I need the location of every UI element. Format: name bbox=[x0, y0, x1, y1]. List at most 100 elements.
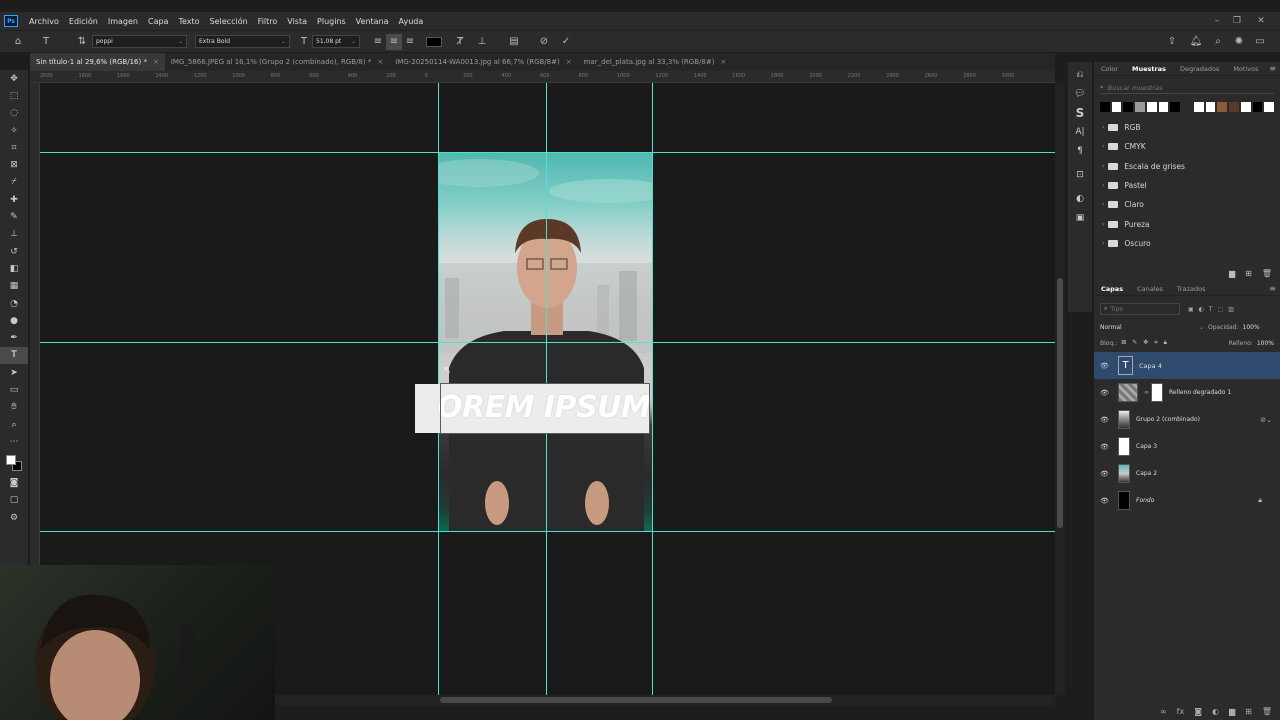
tab-motivos[interactable]: Motivos bbox=[1226, 62, 1265, 76]
layer-row[interactable]: 👁︎ Capa 3 bbox=[1094, 433, 1280, 460]
color-swatch[interactable] bbox=[1146, 102, 1157, 112]
color-swatch[interactable] bbox=[1193, 102, 1204, 112]
color-swatch[interactable] bbox=[1182, 102, 1192, 112]
color-swatch[interactable] bbox=[1217, 102, 1228, 112]
guide-horizontal[interactable] bbox=[40, 342, 1055, 343]
layer-name[interactable]: Capa 3 bbox=[1136, 443, 1157, 450]
panel-menu-icon[interactable]: ≡ bbox=[1269, 64, 1276, 73]
minimize-icon[interactable]: – bbox=[1207, 12, 1227, 30]
character-icon[interactable]: A| bbox=[1068, 123, 1092, 141]
smart-filter-icon[interactable]: ⊘⌄ bbox=[1260, 416, 1272, 424]
close-icon[interactable]: × bbox=[153, 58, 159, 66]
layer-search-input[interactable]: ⌕ Tipo bbox=[1100, 303, 1180, 315]
folder-oscuro[interactable]: › Oscuro bbox=[1094, 234, 1280, 253]
delete-icon[interactable]: 🗑︎ bbox=[1262, 707, 1272, 716]
tab-trazados[interactable]: Trazados bbox=[1170, 282, 1213, 296]
properties-icon[interactable]: ▣ bbox=[1068, 209, 1092, 227]
paragraph-icon[interactable]: ¶ bbox=[1068, 142, 1092, 160]
restore-icon[interactable]: ❐ bbox=[1227, 12, 1247, 30]
guide-vertical[interactable] bbox=[652, 83, 653, 695]
new-swatch-icon[interactable]: ⊞ bbox=[1245, 269, 1252, 278]
quick-mask-icon[interactable]: ◙ bbox=[0, 475, 28, 492]
rectangle-tool-icon[interactable]: ▭ bbox=[0, 381, 28, 398]
folder-rgb[interactable]: › RGB bbox=[1094, 118, 1280, 137]
add-mask-icon[interactable]: ◙ bbox=[1194, 707, 1202, 716]
folder-pureza[interactable]: › Pureza bbox=[1094, 214, 1280, 233]
visibility-eye-icon[interactable]: 👁︎ bbox=[1100, 443, 1110, 451]
blend-mode-select[interactable]: Normal ⌄ bbox=[1100, 321, 1204, 333]
history-icon[interactable]: ⎌ bbox=[1068, 66, 1092, 84]
healing-brush-tool-icon[interactable]: ✚ bbox=[0, 191, 28, 208]
visibility-eye-icon[interactable]: 👁︎ bbox=[1100, 389, 1110, 397]
screen-mode-icon[interactable]: ▢ bbox=[0, 492, 28, 509]
visibility-eye-icon[interactable]: 👁︎ bbox=[1100, 416, 1110, 424]
crop-tool-icon[interactable]: ⌗ bbox=[0, 139, 28, 156]
character-panel-icon[interactable]: ⊥ bbox=[474, 34, 490, 50]
layer-name[interactable]: Capa 2 bbox=[1136, 470, 1157, 477]
substance-icon[interactable]: S bbox=[1068, 104, 1092, 122]
menu-vista[interactable]: Vista bbox=[282, 17, 312, 26]
align-left-icon[interactable]: ≡ bbox=[370, 34, 386, 50]
color-swatch[interactable] bbox=[1100, 102, 1110, 112]
tab-img-5866[interactable]: IMG_5866.JPEG al 16,1% (Grupo 2 (combina… bbox=[165, 53, 389, 71]
text-orientation-icon[interactable]: ⇅ bbox=[74, 34, 90, 50]
menu-texto[interactable]: Texto bbox=[173, 17, 204, 26]
new-group-icon[interactable]: ▆ bbox=[1229, 707, 1235, 716]
frame-tool-icon[interactable]: ⊠ bbox=[0, 156, 28, 173]
eraser-tool-icon[interactable]: ◧ bbox=[0, 260, 28, 277]
swatches-search[interactable]: ⌕ Buscar muestras bbox=[1100, 82, 1274, 94]
adjustment-layer-icon[interactable]: ◐ bbox=[1212, 707, 1219, 716]
layer-name[interactable]: Relleno degradado 1 bbox=[1169, 389, 1231, 396]
hand-tool-icon[interactable]: ✋︎ bbox=[0, 399, 28, 416]
layer-row[interactable]: 👁︎ Capa 2 bbox=[1094, 460, 1280, 487]
notifications-icon[interactable]: 🔔︎ bbox=[1188, 34, 1204, 50]
search-icon[interactable]: ⌕ bbox=[1210, 34, 1226, 50]
tab-degradados[interactable]: Degradados bbox=[1173, 62, 1226, 76]
tab-sin-titulo[interactable]: Sin título-1 al 29,6% (RGB/16) * × bbox=[30, 53, 165, 71]
folder-pastel[interactable]: › Pastel bbox=[1094, 176, 1280, 195]
tab-capas[interactable]: Capas bbox=[1094, 282, 1130, 296]
path-selection-tool-icon[interactable]: ➤ bbox=[0, 364, 28, 381]
menu-edicion[interactable]: Edición bbox=[64, 17, 103, 26]
folder-claro[interactable]: › Claro bbox=[1094, 195, 1280, 214]
warp-text-icon[interactable]: Ⱦ bbox=[452, 34, 468, 50]
scroll-thumb[interactable] bbox=[1057, 278, 1063, 528]
eyedropper-tool-icon[interactable]: ⌿ bbox=[0, 174, 28, 191]
marquee-tool-icon[interactable]: ⬚ bbox=[0, 87, 28, 104]
layer-row[interactable]: 👁︎ Grupo 2 (combinado) ⊘⌄ bbox=[1094, 406, 1280, 433]
color-swatches-icon[interactable] bbox=[0, 451, 28, 475]
blur-tool-icon[interactable]: ◔ bbox=[0, 295, 28, 312]
move-tool-icon[interactable]: ✥ bbox=[0, 70, 28, 87]
lock-icon[interactable]: 🔒︎ bbox=[1258, 496, 1262, 505]
text-tool-preset-icon[interactable]: T bbox=[38, 34, 54, 50]
color-swatch[interactable] bbox=[1170, 102, 1181, 112]
visibility-eye-icon[interactable]: 👁︎ bbox=[1100, 362, 1110, 370]
commit-check-icon[interactable]: ✓ bbox=[558, 34, 574, 50]
pen-tool-icon[interactable]: ✒ bbox=[0, 329, 28, 346]
edit-toolbar-icon[interactable]: ⚙ bbox=[0, 509, 28, 526]
clone-stamp-tool-icon[interactable]: ⊥ bbox=[0, 226, 28, 243]
cancel-icon[interactable]: ⊘ bbox=[536, 34, 552, 50]
close-window-icon[interactable]: ✕ bbox=[1251, 12, 1271, 30]
menu-filtro[interactable]: Filtro bbox=[253, 17, 283, 26]
opacity-value[interactable]: 100% bbox=[1243, 324, 1260, 331]
guide-horizontal[interactable] bbox=[40, 531, 1055, 532]
layer-name[interactable]: Fondo bbox=[1136, 497, 1154, 504]
lasso-tool-icon[interactable]: ◌ bbox=[0, 105, 28, 122]
close-icon[interactable]: × bbox=[566, 58, 572, 66]
layer-name[interactable]: Capa 4 bbox=[1139, 362, 1162, 370]
guide-horizontal[interactable] bbox=[40, 152, 1055, 153]
libraries-icon[interactable]: ⊡ bbox=[1068, 166, 1092, 184]
menu-imagen[interactable]: Imagen bbox=[103, 17, 143, 26]
zoom-tool-icon[interactable]: ⌕ bbox=[0, 416, 28, 433]
discover-icon[interactable]: ✺ bbox=[1231, 34, 1247, 50]
menu-capa[interactable]: Capa bbox=[143, 17, 173, 26]
color-swatch[interactable] bbox=[1252, 102, 1263, 112]
gradient-tool-icon[interactable]: ▦ bbox=[0, 278, 28, 295]
comments-icon[interactable]: 💬︎ bbox=[1068, 85, 1092, 103]
menu-ayuda[interactable]: Ayuda bbox=[394, 17, 429, 26]
text-color-swatch[interactable] bbox=[426, 36, 442, 47]
home-icon[interactable]: ⌂ bbox=[10, 34, 26, 50]
color-swatch[interactable] bbox=[1111, 102, 1122, 112]
close-icon[interactable]: × bbox=[377, 58, 383, 66]
